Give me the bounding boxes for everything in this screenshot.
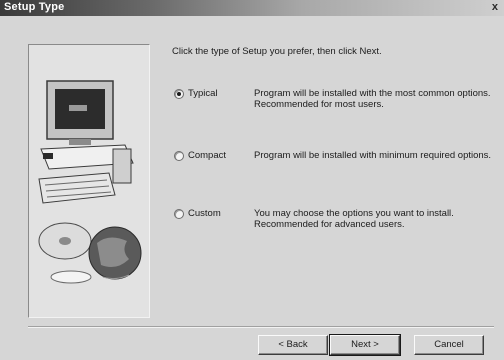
option-typical[interactable]: Typical Program will be installed with t… — [174, 88, 494, 128]
cd-disc-icon — [38, 222, 92, 284]
monitor-icon — [46, 80, 114, 145]
custom-radio[interactable] — [174, 209, 184, 219]
setup-illustration — [28, 44, 150, 318]
next-button[interactable]: Next > — [329, 334, 401, 356]
illustration-svg — [38, 80, 142, 284]
title-bar: Setup Type x — [0, 0, 504, 16]
instruction-text: Click the type of Setup you prefer, then… — [172, 46, 382, 57]
back-button[interactable]: < Back — [258, 335, 328, 355]
button-separator — [28, 326, 494, 328]
window-title: Setup Type — [4, 1, 65, 13]
option-compact[interactable]: Compact Program will be installed with m… — [174, 150, 494, 190]
custom-label[interactable]: Custom — [188, 208, 221, 219]
globe-icon — [88, 226, 142, 280]
typical-label[interactable]: Typical — [188, 88, 218, 99]
close-icon[interactable]: x — [492, 1, 498, 13]
keyboard-icon — [38, 172, 116, 204]
typical-radio[interactable] — [174, 89, 184, 99]
cancel-button[interactable]: Cancel — [414, 335, 484, 355]
custom-description: You may choose the options you want to i… — [254, 208, 454, 230]
compact-radio[interactable] — [174, 151, 184, 161]
compact-description: Program will be installed with minimum r… — [254, 150, 492, 161]
typical-description: Program will be installed with the most … — [254, 88, 491, 110]
dialog-body: Click the type of Setup you prefer, then… — [0, 16, 504, 360]
compact-label[interactable]: Compact — [188, 150, 226, 161]
option-custom[interactable]: Custom You may choose the options you wa… — [174, 208, 494, 248]
radio-selected-dot — [177, 92, 181, 96]
